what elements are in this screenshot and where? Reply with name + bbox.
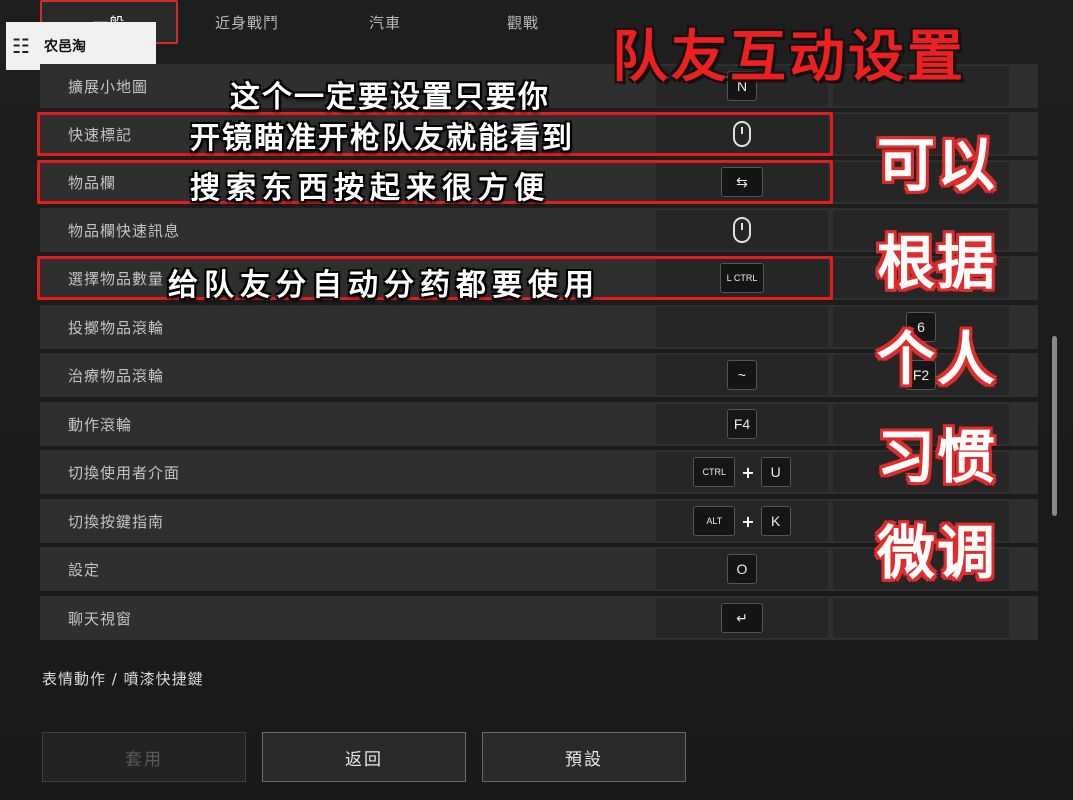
key-badge: K xyxy=(760,506,791,536)
plus-sign: + xyxy=(741,462,755,482)
key-badge: ~ xyxy=(727,360,757,390)
primary-key-slot[interactable]: ↵ xyxy=(656,598,828,638)
keybind-row-chat-window[interactable]: 聊天視窗 ↵ xyxy=(40,596,1038,640)
watermark: ☷ 农邑淘 xyxy=(6,22,156,70)
primary-key-slot[interactable]: ~ xyxy=(656,355,828,395)
keybind-label: 物品欄快速訊息 xyxy=(68,221,181,240)
watermark-text: 农邑淘 xyxy=(44,39,86,55)
keybind-label: 切換按鍵指南 xyxy=(68,512,165,531)
key-badge: U xyxy=(760,457,791,487)
key-badge: CTRL xyxy=(693,457,736,487)
primary-key-slot[interactable]: ALT + K xyxy=(656,501,828,541)
primary-key-slot[interactable] xyxy=(656,307,828,347)
tab-vehicle[interactable]: 汽車 xyxy=(316,0,454,44)
secondary-key-slot[interactable] xyxy=(833,598,1009,638)
tab-spectate[interactable]: 觀戰 xyxy=(454,0,592,44)
keybind-label: 治療物品滾輪 xyxy=(68,366,165,385)
keybind-label: 擴展小地圖 xyxy=(68,77,149,96)
primary-key-slot[interactable]: F4 xyxy=(656,404,828,444)
keybind-label: 切換使用者介面 xyxy=(68,463,181,482)
primary-key-slot[interactable]: CTRL + U xyxy=(656,452,828,492)
keybind-label: 聊天視窗 xyxy=(68,609,133,628)
scrollbar[interactable] xyxy=(1052,336,1057,516)
overlay-side-text-2: 根据 xyxy=(876,229,997,297)
tab-melee[interactable]: 近身戰鬥 xyxy=(178,0,316,44)
mouse-middle-icon xyxy=(733,217,751,243)
key-badge: ALT xyxy=(693,506,736,536)
overlay-side-text-4: 习惯 xyxy=(876,423,997,491)
overlay-caption-3: 搜索东西按起来很方便 xyxy=(190,171,550,206)
key-badge: O xyxy=(727,554,757,584)
back-button[interactable]: 返回 xyxy=(262,732,466,782)
plus-sign: + xyxy=(741,511,755,531)
default-button[interactable]: 預設 xyxy=(482,732,686,782)
settings-screen: 一般 近身戰鬥 汽車 觀戰 ☷ 农邑淘 擴展小地圖 N 快速標記 物品欄 xyxy=(0,0,1073,800)
keybind-label: 設定 xyxy=(68,560,101,579)
overlay-caption-2: 开镜瞄准开枪队友就能看到 xyxy=(190,121,574,156)
enter-key-icon: ↵ xyxy=(721,603,763,633)
overlay-side-text-1: 可以 xyxy=(876,131,997,199)
section-title-emotes: 表情動作 / 噴漆快捷鍵 xyxy=(42,670,204,688)
overlay-caption-1: 这个一定要设置只要你 xyxy=(230,80,550,115)
apply-button[interactable]: 套用 xyxy=(42,732,246,782)
primary-key-slot[interactable]: O xyxy=(656,549,828,589)
primary-key-slot[interactable] xyxy=(656,210,828,250)
overlay-caption-4: 给队友分自动分药都要使用 xyxy=(168,268,600,303)
watermark-logo-icon: ☷ xyxy=(12,34,30,58)
keybind-label: 動作滾輪 xyxy=(68,415,133,434)
overlay-side-text-5: 微调 xyxy=(876,519,997,587)
overlay-title: 队友互动设置 xyxy=(612,25,966,90)
overlay-side-text-3: 个人 xyxy=(876,325,997,393)
key-badge: F4 xyxy=(726,409,758,439)
keybind-label: 投擲物品滾輪 xyxy=(68,318,165,337)
